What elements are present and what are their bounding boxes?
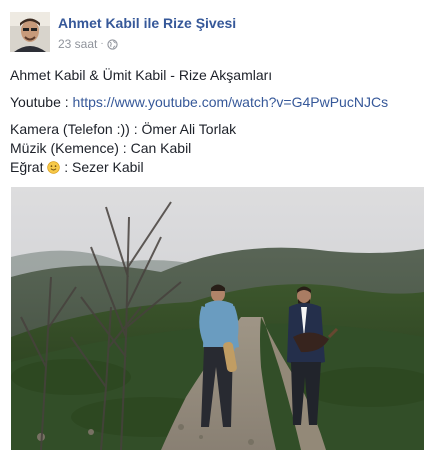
youtube-link[interactable]: https://www.youtube.com/watch?v=G4PwPucN… — [73, 94, 389, 110]
post-meta: 23 saat · — [58, 37, 118, 51]
meta-separator: · — [100, 38, 104, 49]
post-content: Ahmet Kabil & Ümit Kabil - Rize Akşamlar… — [10, 66, 418, 177]
youtube-label: Youtube : — [10, 94, 69, 110]
music-credit: Müzik (Kemence) : Can Kabil — [10, 140, 192, 156]
egrat-credit: Eğrat : Sezer Kabil — [10, 158, 418, 177]
author-avatar[interactable] — [10, 12, 50, 52]
post-video-thumbnail[interactable] — [11, 187, 424, 450]
avatar-image — [10, 12, 50, 52]
smile-emoji-icon — [47, 160, 61, 174]
author-name-link[interactable]: Ahmet Kabil ile Rize Şivesi — [58, 15, 236, 31]
post-title-line: Ahmet Kabil & Ümit Kabil - Rize Akşamlar… — [10, 67, 273, 83]
youtube-line: Youtube : https://www.youtube.com/watch?… — [10, 93, 418, 112]
post-timestamp[interactable]: 23 saat — [58, 37, 97, 51]
camera-credit: Kamera (Telefon :)) : Ömer Ali Torlak — [10, 121, 237, 137]
globe-icon[interactable] — [107, 38, 118, 50]
egrat-suffix: : Sezer Kabil — [60, 159, 144, 175]
post-header: Ahmet Kabil ile Rize Şivesi 23 saat · — [10, 12, 418, 54]
egrat-prefix: Eğrat — [10, 159, 44, 175]
facebook-post: Ahmet Kabil ile Rize Şivesi 23 saat · Ah… — [0, 0, 426, 456]
